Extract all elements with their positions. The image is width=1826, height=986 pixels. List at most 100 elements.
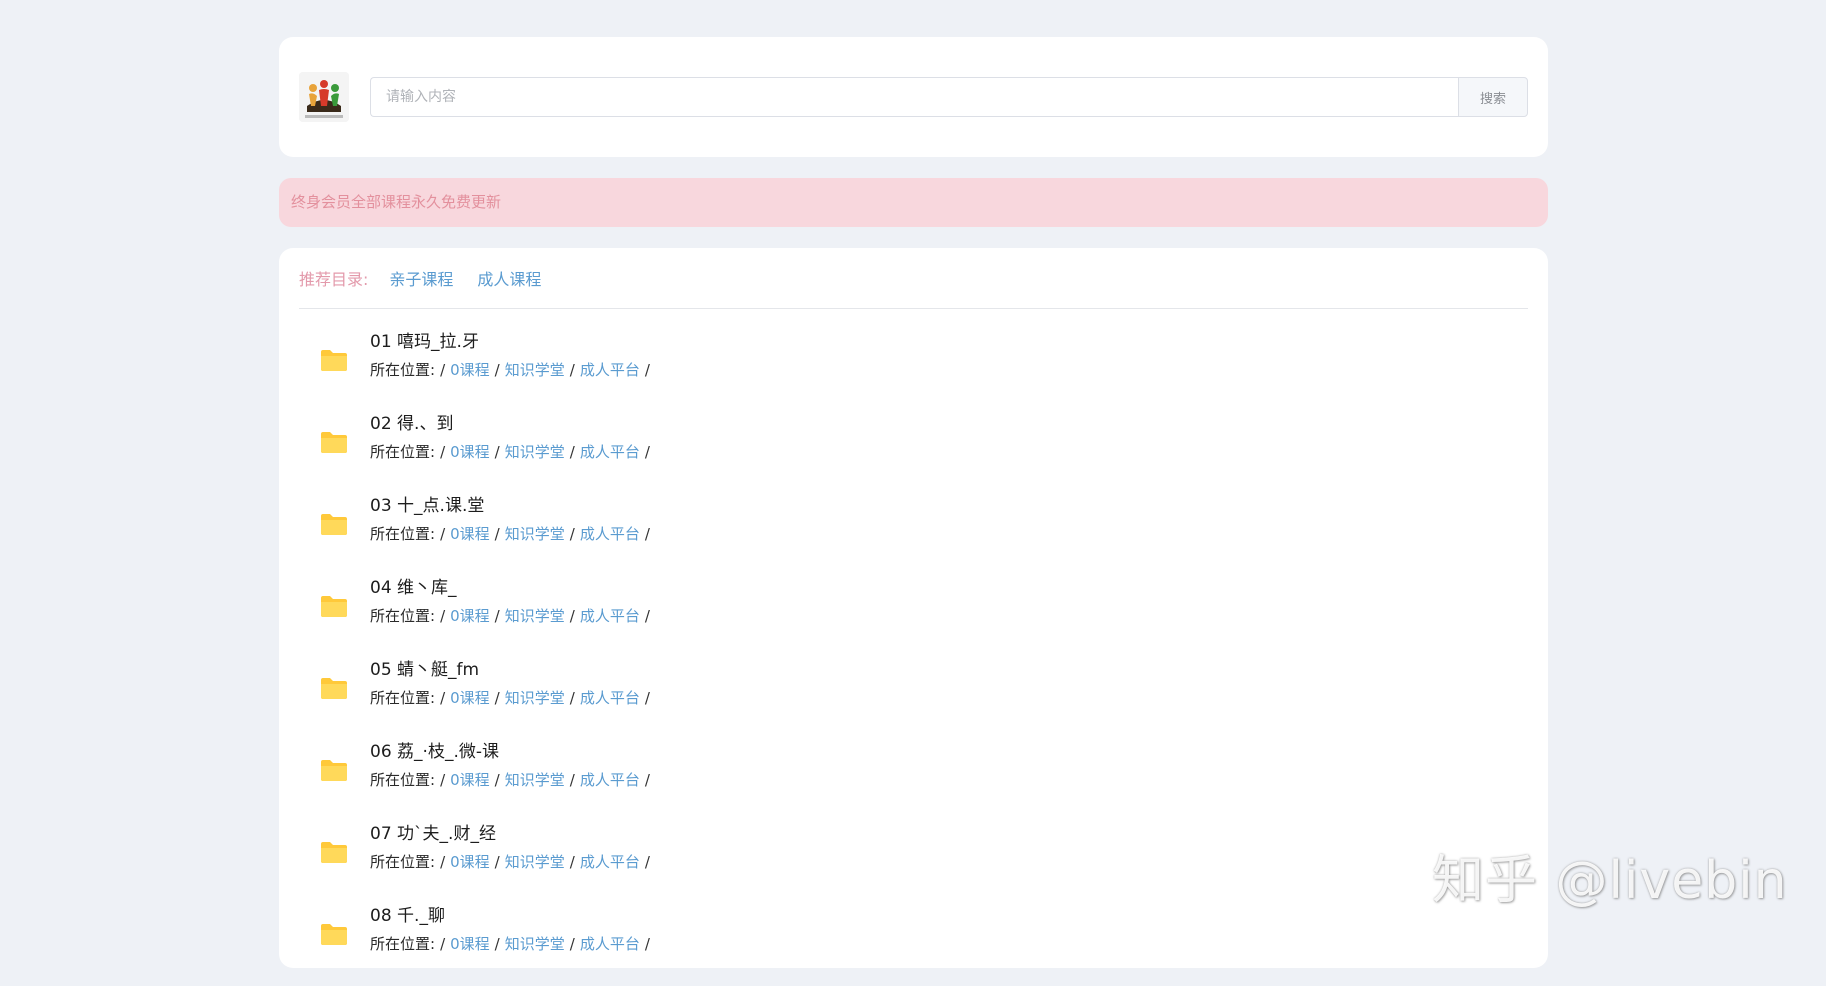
folder-icon — [321, 596, 347, 617]
course-list: 01 嘻玛_拉.牙 所在位置:/0课程 / 知识学堂 / 成人平台/ 02 得.、到 所… — [299, 309, 1528, 986]
path-separator: / — [569, 607, 575, 625]
item-title[interactable]: 02 得.、到 — [370, 413, 655, 435]
item-path: 所在位置:/0课程 / 知识学堂 / 成人平台 / — [370, 443, 655, 461]
path-link[interactable]: 成人平台 — [580, 853, 640, 871]
folder-icon — [321, 432, 347, 453]
list-item[interactable]: 07 功`夫_.财_经 所在位置:/0课程 / 知识学堂 / 成人平台 / — [299, 822, 1528, 904]
path-separator: / — [569, 689, 575, 707]
item-path: 所在位置:/0课程 / 知识学堂 / 成人平台 / — [370, 771, 655, 789]
path-label: 所在位置: — [370, 607, 436, 625]
list-item-body: 01 嘻玛_拉.牙 所在位置:/0课程 / 知识学堂 / 成人平台 / — [370, 330, 655, 379]
path-link[interactable]: 知识学堂 — [505, 935, 565, 953]
path-link[interactable]: 知识学堂 — [505, 443, 565, 461]
path-label: 所在位置: — [370, 443, 436, 461]
category-label: 推荐目录: — [299, 270, 369, 289]
category-bar: 推荐目录: 亲子课程 成人课程 — [299, 248, 1528, 309]
path-link[interactable]: 知识学堂 — [505, 607, 565, 625]
path-link[interactable]: 0课程 — [450, 689, 490, 707]
path-separator: / — [440, 771, 446, 789]
list-item[interactable]: 06 荔_·枝_.微-课 所在位置:/0课程 / 知识学堂 / 成人平台 / — [299, 740, 1528, 822]
path-separator: / — [569, 853, 575, 871]
item-path: 所在位置:/0课程 / 知识学堂 / 成人平台 / — [370, 525, 655, 543]
path-link[interactable]: 成人平台 — [580, 689, 640, 707]
path-link[interactable]: 知识学堂 — [505, 689, 565, 707]
path-link[interactable]: 知识学堂 — [505, 771, 565, 789]
item-title[interactable]: 04 维丶库_ — [370, 577, 655, 599]
category-link-parent-child[interactable]: 亲子课程 — [389, 266, 453, 290]
item-title[interactable]: 07 功`夫_.财_经 — [370, 823, 655, 845]
path-link[interactable]: 知识学堂 — [505, 853, 565, 871]
path-separator: / — [494, 443, 500, 461]
folder-icon — [321, 514, 347, 535]
path-label: 所在位置: — [370, 525, 436, 543]
list-item[interactable]: 01 嘻玛_拉.牙 所在位置:/0课程 / 知识学堂 / 成人平台 / — [299, 330, 1528, 412]
path-separator: / — [494, 525, 500, 543]
path-separator: / — [644, 689, 650, 707]
path-separator: / — [494, 361, 500, 379]
path-link[interactable]: 0课程 — [450, 853, 490, 871]
item-title[interactable]: 08 千._聊 — [370, 905, 655, 927]
path-separator: / — [644, 525, 650, 543]
list-item[interactable]: 04 维丶库_ 所在位置:/0课程 / 知识学堂 / 成人平台 / — [299, 576, 1528, 658]
search-card: 搜索 — [279, 37, 1548, 157]
category-link-adult[interactable]: 成人课程 — [477, 266, 541, 290]
item-title[interactable]: 05 蜻丶艇_fm — [370, 659, 655, 681]
path-separator: / — [440, 935, 446, 953]
path-separator: / — [494, 853, 500, 871]
path-link[interactable]: 0课程 — [450, 525, 490, 543]
path-link[interactable]: 成人平台 — [580, 361, 640, 379]
item-path: 所在位置:/0课程 / 知识学堂 / 成人平台 / — [370, 853, 655, 871]
path-separator: / — [569, 361, 575, 379]
list-item-body: 08 千._聊 所在位置:/0课程 / 知识学堂 / 成人平台 / — [370, 904, 655, 953]
path-link[interactable]: 知识学堂 — [505, 525, 565, 543]
list-item[interactable]: 08 千._聊 所在位置:/0课程 / 知识学堂 / 成人平台 / — [299, 904, 1528, 986]
list-item[interactable]: 05 蜻丶艇_fm 所在位置:/0课程 / 知识学堂 / 成人平台 / — [299, 658, 1528, 740]
path-link[interactable]: 知识学堂 — [505, 361, 565, 379]
path-separator: / — [644, 853, 650, 871]
path-link[interactable]: 0课程 — [450, 935, 490, 953]
item-title[interactable]: 06 荔_·枝_.微-课 — [370, 741, 655, 763]
list-item[interactable]: 03 十_点.课.堂 所在位置:/0课程 / 知识学堂 / 成人平台 / — [299, 494, 1528, 576]
path-link[interactable]: 成人平台 — [580, 935, 640, 953]
path-separator: / — [644, 771, 650, 789]
path-separator: / — [644, 361, 650, 379]
path-link[interactable]: 0课程 — [450, 361, 490, 379]
list-item[interactable]: 02 得.、到 所在位置:/0课程 / 知识学堂 / 成人平台 / — [299, 412, 1528, 494]
list-item-body: 02 得.、到 所在位置:/0课程 / 知识学堂 / 成人平台 / — [370, 412, 655, 461]
item-path: 所在位置:/0课程 / 知识学堂 / 成人平台 / — [370, 935, 655, 953]
path-separator: / — [569, 771, 575, 789]
search-box: 搜索 — [370, 77, 1528, 117]
notice-banner: 终身会员全部课程永久免费更新 — [279, 178, 1548, 227]
page-container: 搜索 终身会员全部课程永久免费更新 推荐目录: 亲子课程 成人课程 01 嘻玛_… — [279, 37, 1548, 968]
path-link[interactable]: 成人平台 — [580, 443, 640, 461]
folder-icon — [321, 842, 347, 863]
list-item-body: 04 维丶库_ 所在位置:/0课程 / 知识学堂 / 成人平台 / — [370, 576, 655, 625]
path-link[interactable]: 成人平台 — [580, 525, 640, 543]
folder-icon — [321, 760, 347, 781]
path-label: 所在位置: — [370, 689, 436, 707]
path-separator: / — [644, 935, 650, 953]
path-link[interactable]: 成人平台 — [580, 771, 640, 789]
path-separator: / — [440, 525, 446, 543]
item-path: 所在位置:/0课程 / 知识学堂 / 成人平台 / — [370, 361, 655, 379]
path-separator: / — [644, 443, 650, 461]
search-button[interactable]: 搜索 — [1458, 77, 1528, 117]
item-title[interactable]: 01 嘻玛_拉.牙 — [370, 331, 655, 353]
path-link[interactable]: 0课程 — [450, 771, 490, 789]
search-input[interactable] — [370, 77, 1458, 117]
folder-icon — [321, 350, 347, 371]
item-title[interactable]: 03 十_点.课.堂 — [370, 495, 655, 517]
catalog-card: 推荐目录: 亲子课程 成人课程 01 嘻玛_拉.牙 所在位置:/0课程 / 知识学堂… — [279, 248, 1548, 968]
site-logo[interactable] — [299, 72, 349, 122]
path-link[interactable]: 0课程 — [450, 607, 490, 625]
path-label: 所在位置: — [370, 853, 436, 871]
folder-icon — [321, 924, 347, 945]
watermark: 知乎 @livebin — [1432, 851, 1788, 911]
path-link[interactable]: 0课程 — [450, 443, 490, 461]
path-link[interactable]: 成人平台 — [580, 607, 640, 625]
list-item-body: 03 十_点.课.堂 所在位置:/0课程 / 知识学堂 / 成人平台 / — [370, 494, 655, 543]
path-separator: / — [440, 689, 446, 707]
path-separator: / — [494, 771, 500, 789]
path-separator: / — [494, 689, 500, 707]
path-separator: / — [569, 525, 575, 543]
